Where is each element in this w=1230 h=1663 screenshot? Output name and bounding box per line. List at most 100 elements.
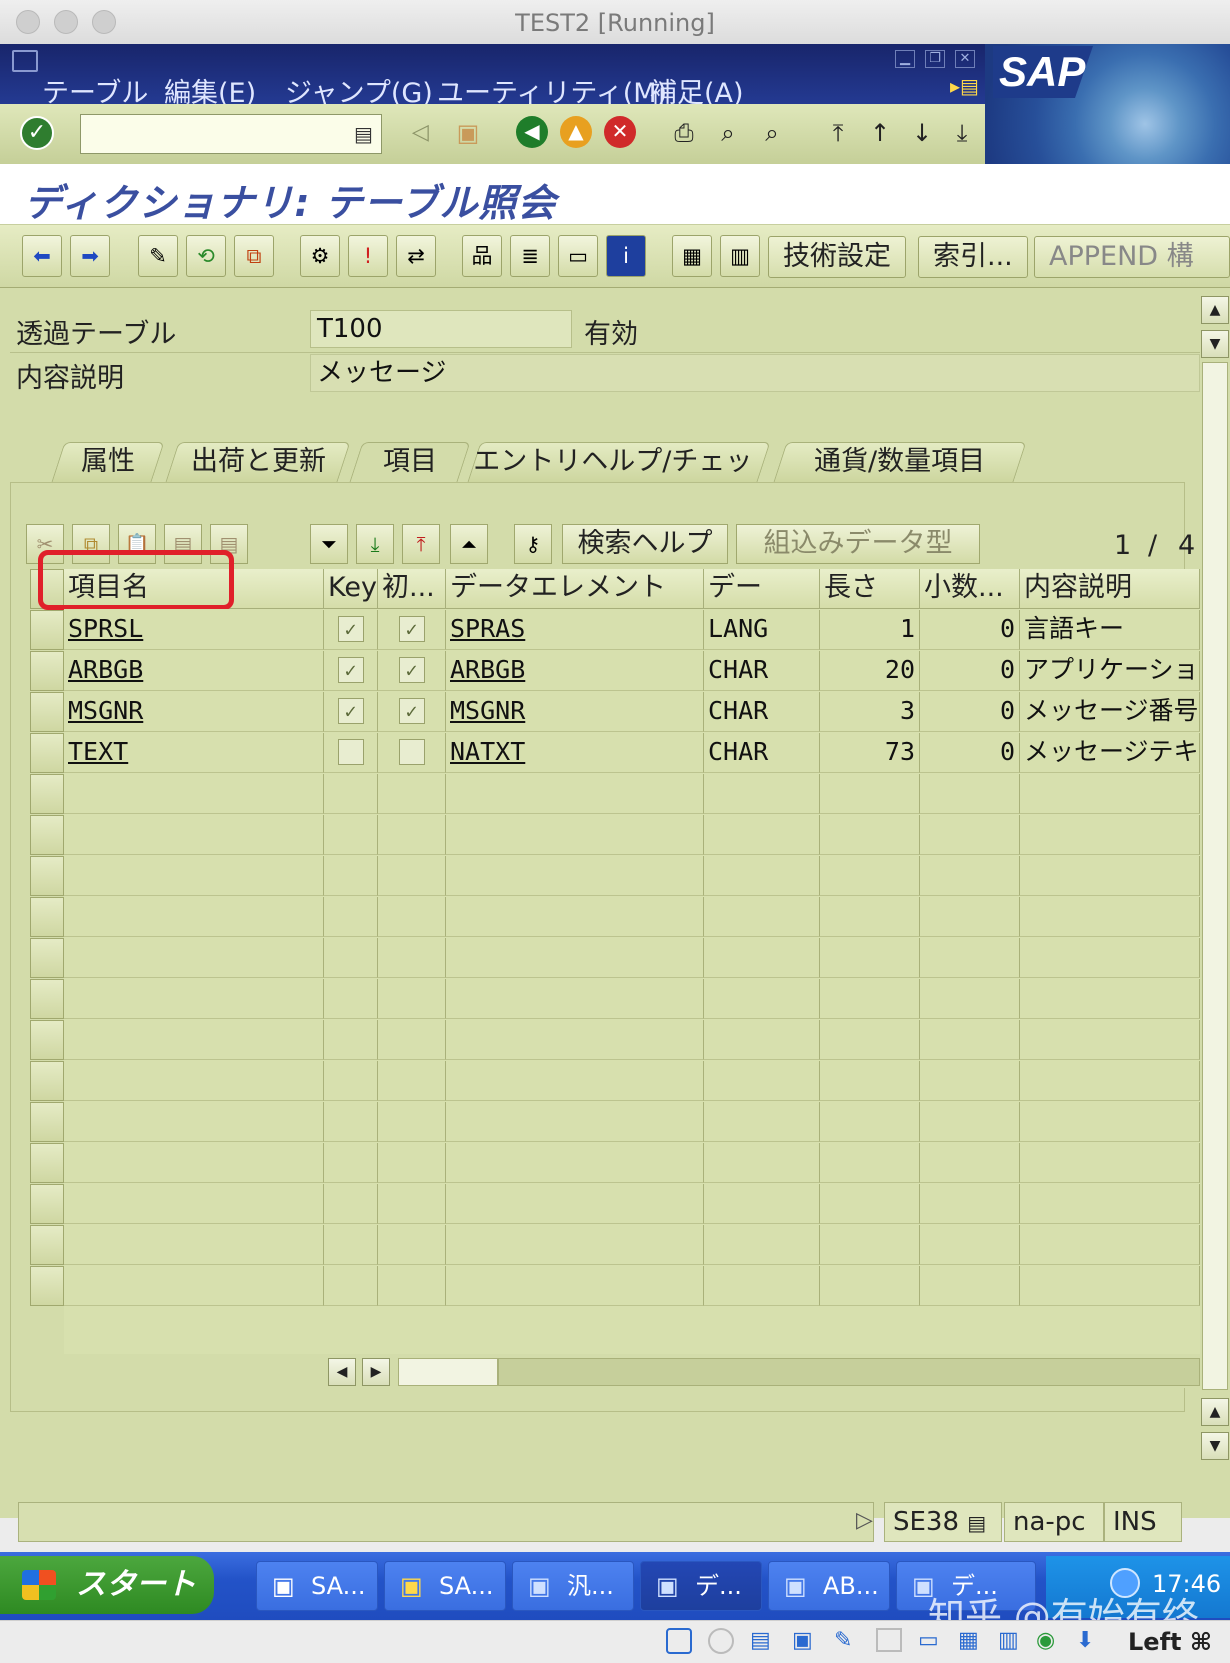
empty-cell[interactable] [378,774,446,814]
empty-cell[interactable] [64,1225,324,1265]
checked-checkbox[interactable]: ✓ [337,657,364,683]
empty-cell[interactable] [704,856,820,896]
empty-cell[interactable] [920,1266,1020,1306]
customize-layout-icon[interactable]: ▸▤ [950,74,979,98]
unchecked-checkbox[interactable] [337,739,364,765]
row-selector[interactable] [30,1225,64,1265]
minimize-icon[interactable]: ▁ [895,50,915,68]
vm-download-icon[interactable]: ⬇ [1076,1628,1094,1653]
column-header-data-element[interactable]: データエレメント [446,569,704,609]
empty-cell[interactable] [820,979,920,1019]
empty-cell[interactable] [1020,897,1200,937]
object-list-icon[interactable]: ⇄ [396,235,436,277]
previous-page-icon[interactable]: ↑ [862,116,898,152]
next-page-icon[interactable]: ↓ [904,116,940,152]
empty-cell[interactable] [324,856,378,896]
row-selector[interactable] [30,1184,64,1224]
empty-cell[interactable] [324,774,378,814]
empty-cell[interactable] [920,1061,1020,1101]
empty-cell[interactable] [820,1020,920,1060]
back-icon[interactable]: ◀ [516,116,548,148]
filter-icon[interactable]: ⏷ [310,524,348,564]
empty-cell[interactable] [1020,1061,1200,1101]
key-icon[interactable]: ⚷ [514,524,552,564]
row-selector[interactable] [30,733,64,773]
technical-settings-button[interactable]: 技術設定 [768,236,906,278]
collapse-command-icon[interactable]: ◁ [412,120,429,145]
empty-cell[interactable] [64,1143,324,1183]
empty-cell[interactable] [378,897,446,937]
row-selector[interactable] [30,979,64,1019]
panel-scroll-up-button[interactable]: ▲ [1201,1398,1229,1426]
row-selector[interactable] [30,815,64,855]
empty-cell[interactable] [324,1102,378,1142]
checked-checkbox[interactable]: ✓ [398,616,425,642]
cell-initial[interactable] [378,733,446,773]
find-next-icon[interactable]: ⌕ [754,116,790,152]
empty-cell[interactable] [378,1225,446,1265]
empty-cell[interactable] [704,1225,820,1265]
empty-cell[interactable] [64,1061,324,1101]
row-selector[interactable] [30,651,64,691]
column-header-key[interactable]: Key [324,569,378,609]
empty-cell[interactable] [704,774,820,814]
column-header-description[interactable]: 内容説明 [1020,569,1200,609]
vm-display-icon[interactable]: ▭ [918,1628,939,1653]
empty-cell[interactable] [64,1102,324,1142]
vm-cd-icon[interactable] [708,1628,734,1654]
empty-cell[interactable] [1020,1102,1200,1142]
empty-cell[interactable] [378,1061,446,1101]
checked-checkbox[interactable]: ✓ [398,657,425,683]
vm-recording-icon[interactable]: ▥ [998,1628,1019,1653]
table-name-field[interactable]: T100 [310,310,572,348]
empty-cell[interactable] [446,1225,704,1265]
empty-cell[interactable] [64,856,324,896]
empty-cell[interactable] [446,1102,704,1142]
empty-cell[interactable] [1020,938,1200,978]
empty-cell[interactable] [920,1102,1020,1142]
empty-cell[interactable] [820,856,920,896]
table-contents-icon[interactable]: ▥ [720,235,760,277]
empty-cell[interactable] [324,1020,378,1060]
empty-cell[interactable] [1020,856,1200,896]
vm-globe-icon[interactable]: ◉ [1036,1628,1055,1653]
empty-cell[interactable] [1020,1143,1200,1183]
unchecked-checkbox[interactable] [398,739,425,765]
grid-scroll-right-button[interactable]: ▶ [362,1358,390,1386]
vertical-scroll-thumb[interactable] [1202,362,1228,1390]
empty-cell[interactable] [704,1061,820,1101]
display-change-icon[interactable]: ✎ [138,235,178,277]
row-selector[interactable] [30,897,64,937]
empty-cell[interactable] [1020,774,1200,814]
print-icon[interactable]: ⎙ [666,116,702,152]
other-object-icon[interactable]: ⟲ [186,235,226,277]
download-icon[interactable]: ⤓ [356,524,394,564]
index-button[interactable]: 索引... [918,236,1028,278]
empty-cell[interactable] [378,979,446,1019]
empty-cell[interactable] [324,1143,378,1183]
cancel-icon[interactable]: ✕ [604,116,636,148]
empty-cell[interactable] [920,774,1020,814]
tab-delivery[interactable]: 出荷と更新 [165,442,351,482]
empty-cell[interactable] [378,1266,446,1306]
checked-checkbox[interactable]: ✓ [337,698,364,724]
empty-cell[interactable] [446,1266,704,1306]
cell-key[interactable]: ✓ [324,610,378,650]
empty-cell[interactable] [446,774,704,814]
upload-icon[interactable]: ⤒ [402,524,440,564]
append-structure-button[interactable]: APPEND 構 [1034,236,1230,278]
cell-key[interactable]: ✓ [324,651,378,691]
empty-cell[interactable] [1020,815,1200,855]
cell-initial[interactable]: ✓ [378,610,446,650]
empty-cell[interactable] [324,979,378,1019]
cell-field-name[interactable]: MSGNR [64,692,324,732]
empty-cell[interactable] [378,1184,446,1224]
empty-cell[interactable] [324,1225,378,1265]
tab-currency[interactable]: 通貨/数量項目 [773,442,1027,482]
column-header-length[interactable]: 長さ [820,569,920,609]
empty-cell[interactable] [378,1143,446,1183]
empty-cell[interactable] [324,1266,378,1306]
empty-cell[interactable] [64,815,324,855]
save-icon[interactable]: ▣ [450,116,486,152]
exit-icon[interactable]: ▲ [560,116,592,148]
